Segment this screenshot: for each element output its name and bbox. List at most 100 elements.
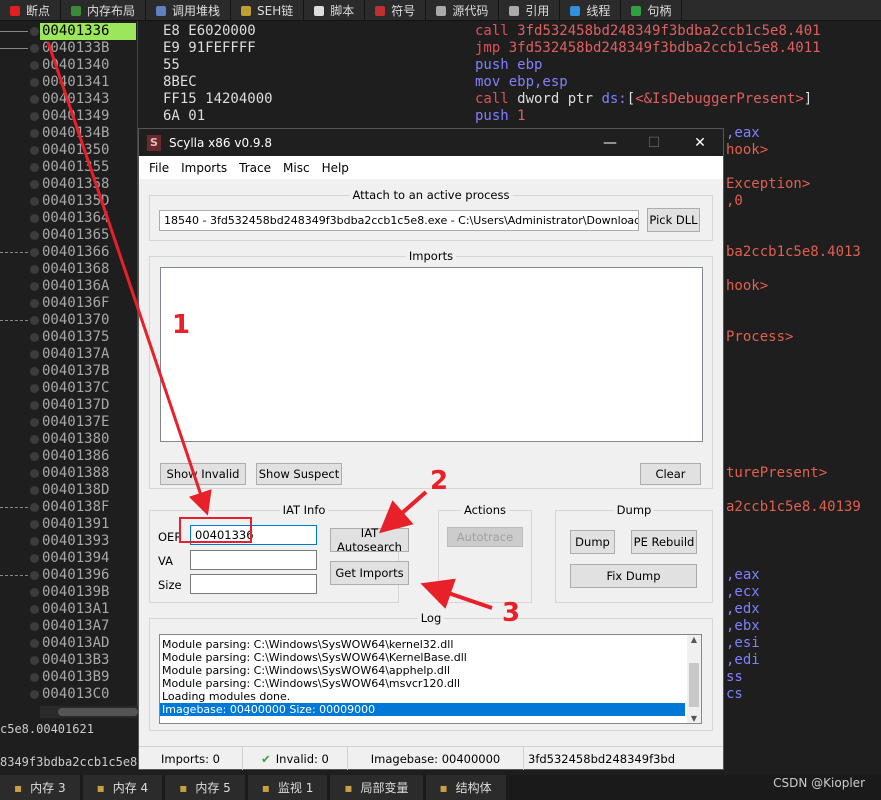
scroll-down-icon[interactable]: ▼ <box>687 714 701 723</box>
log-line[interactable]: Module parsing: C:\Windows\SysWOW64\msvc… <box>160 677 685 690</box>
breakpoint-dot-icon[interactable] <box>30 537 39 546</box>
breakpoint-dot-icon[interactable] <box>30 163 39 172</box>
scroll-up-icon[interactable]: ▲ <box>687 635 701 644</box>
minimize-button[interactable]: — <box>587 129 633 156</box>
disasm-row[interactable]: 00401343 FF15 14204000 call dword ptr ds:[… <box>0 91 881 108</box>
breakpoint-dot-icon[interactable] <box>30 333 39 342</box>
breakpoint-dot-icon[interactable] <box>30 316 39 325</box>
dump-button[interactable]: Dump <box>570 530 615 554</box>
menu-item-file[interactable]: File <box>143 161 175 175</box>
breakpoint-dot-icon[interactable] <box>30 622 39 631</box>
disasm-row[interactable]: 00401336 E8 E6020000 call 3fd532458bd24834… <box>0 23 881 40</box>
breakpoint-dot-icon[interactable] <box>30 503 39 512</box>
breakpoint-dot-icon[interactable] <box>30 27 39 36</box>
breakpoint-dot-icon[interactable] <box>30 673 39 682</box>
bottom-tab-0[interactable]: ▪ 内存 3 <box>0 775 80 800</box>
autotrace-button[interactable]: Autotrace <box>447 527 523 547</box>
toolbar-label: SEH链 <box>257 4 294 18</box>
menu-item-misc[interactable]: Misc <box>277 161 316 175</box>
log-scrollbar[interactable]: ▲ ▼ <box>687 635 701 723</box>
toolbar-button-0[interactable]: 断点 <box>0 0 62 21</box>
breakpoint-dot-icon[interactable] <box>30 384 39 393</box>
maximize-button[interactable]: ☐ <box>631 129 677 156</box>
toolbar-button-1[interactable]: 内存布局 <box>61 0 147 21</box>
window-title: Scylla x86 v0.9.8 <box>169 135 272 150</box>
scrollbar-thumb[interactable] <box>58 708 138 716</box>
breakpoint-dot-icon[interactable] <box>30 180 39 189</box>
toolbar-button-8[interactable]: 线程 <box>560 0 622 21</box>
log-line[interactable]: Module parsing: C:\Windows\SysWOW64\kern… <box>160 638 685 651</box>
menu-item-help[interactable]: Help <box>316 161 355 175</box>
breakpoint-dot-icon[interactable] <box>30 588 39 597</box>
breakpoint-dot-icon[interactable] <box>30 350 39 359</box>
breakpoint-dot-icon[interactable] <box>30 690 39 699</box>
bottom-tab-4[interactable]: ▪ 局部变量 <box>330 775 423 800</box>
size-input[interactable] <box>190 574 317 594</box>
iat-autosearch-button[interactable]: IAT Autosearch <box>330 526 409 554</box>
breakpoint-dot-icon[interactable] <box>30 418 39 427</box>
breakpoint-dot-icon[interactable] <box>30 61 39 70</box>
menu-item-imports[interactable]: Imports <box>175 161 233 175</box>
get-imports-button[interactable]: Get Imports <box>330 561 409 585</box>
pe-rebuild-button[interactable]: PE Rebuild <box>631 530 697 554</box>
breakpoint-dot-icon[interactable] <box>30 129 39 138</box>
log-scrollbar-thumb[interactable] <box>689 663 699 707</box>
close-button[interactable]: ✕ <box>677 129 723 156</box>
disasm-row[interactable]: 00401349 6A 01 push 1 <box>0 108 881 125</box>
breakpoint-dot-icon[interactable] <box>30 146 39 155</box>
breakpoint-dot-icon[interactable] <box>30 571 39 580</box>
log-line[interactable]: Module parsing: C:\Windows\SysWOW64\Kern… <box>160 651 685 664</box>
breakpoint-dot-icon[interactable] <box>30 639 39 648</box>
toolbar-button-4[interactable]: 脚本 <box>304 0 366 21</box>
pick-dll-button[interactable]: Pick DLL <box>647 208 700 232</box>
toolbar-button-6[interactable]: 源代码 <box>426 0 500 21</box>
clear-button[interactable]: Clear <box>640 463 701 485</box>
bottom-tab-5[interactable]: ▪ 结构体 <box>425 775 506 800</box>
horizontal-scrollbar[interactable] <box>40 706 140 718</box>
toolbar-button-9[interactable]: 句柄 <box>621 0 683 21</box>
oep-input[interactable]: 00401336 <box>190 525 317 545</box>
breakpoint-dot-icon[interactable] <box>30 469 39 478</box>
disasm-row[interactable]: 0040133B E9 91FEFFFF jmp 3fd532458bd248349… <box>0 40 881 57</box>
disasm-row[interactable]: 00401340 55 push ebp <box>0 57 881 74</box>
breakpoint-dot-icon[interactable] <box>30 520 39 529</box>
bottom-tab-2[interactable]: ▪ 内存 5 <box>165 775 245 800</box>
show-invalid-button[interactable]: Show Invalid <box>160 463 246 485</box>
log-line[interactable]: Loading modules done. <box>160 690 685 703</box>
breakpoint-dot-icon[interactable] <box>30 401 39 410</box>
va-input[interactable] <box>190 550 317 570</box>
bottom-tab-3[interactable]: ▪ 监视 1 <box>247 775 328 800</box>
breakpoint-dot-icon[interactable] <box>30 367 39 376</box>
breakpoint-dot-icon[interactable] <box>30 78 39 87</box>
toolbar-button-7[interactable]: 引用 <box>499 0 561 21</box>
breakpoint-dot-icon[interactable] <box>30 605 39 614</box>
breakpoint-dot-icon[interactable] <box>30 452 39 461</box>
breakpoint-dot-icon[interactable] <box>30 231 39 240</box>
breakpoint-dot-icon[interactable] <box>30 44 39 53</box>
log-list[interactable]: Module parsing: C:\Windows\SysWOW64\kern… <box>159 634 702 724</box>
breakpoint-dot-icon[interactable] <box>30 197 39 206</box>
breakpoint-dot-icon[interactable] <box>30 435 39 444</box>
show-suspect-button[interactable]: Show Suspect <box>256 463 342 485</box>
breakpoint-dot-icon[interactable] <box>30 554 39 563</box>
log-line[interactable]: Module parsing: C:\Windows\SysWOW64\apph… <box>160 664 685 677</box>
imports-tree[interactable] <box>160 267 703 442</box>
bottom-tab-1[interactable]: ▪ 内存 4 <box>82 775 163 800</box>
breakpoint-dot-icon[interactable] <box>30 214 39 223</box>
breakpoint-dot-icon[interactable] <box>30 656 39 665</box>
process-select[interactable]: 18540 - 3fd532458bd248349f3bdba2ccb1c5e8… <box>159 210 639 231</box>
breakpoint-dot-icon[interactable] <box>30 265 39 274</box>
breakpoint-dot-icon[interactable] <box>30 299 39 308</box>
toolbar-button-5[interactable]: 符号 <box>365 0 427 21</box>
breakpoint-dot-icon[interactable] <box>30 248 39 257</box>
breakpoint-dot-icon[interactable] <box>30 112 39 121</box>
breakpoint-dot-icon[interactable] <box>30 282 39 291</box>
breakpoint-dot-icon[interactable] <box>30 95 39 104</box>
log-line[interactable]: Imagebase: 00400000 Size: 00009000 <box>160 703 685 716</box>
breakpoint-dot-icon[interactable] <box>30 486 39 495</box>
disasm-row[interactable]: 00401341 8BEC mov ebp,esp <box>0 74 881 91</box>
toolbar-button-3[interactable]: SEH链 <box>231 0 305 21</box>
toolbar-button-2[interactable]: 调用堆栈 <box>146 0 232 21</box>
menu-item-trace[interactable]: Trace <box>233 161 277 175</box>
fix-dump-button[interactable]: Fix Dump <box>570 564 697 588</box>
